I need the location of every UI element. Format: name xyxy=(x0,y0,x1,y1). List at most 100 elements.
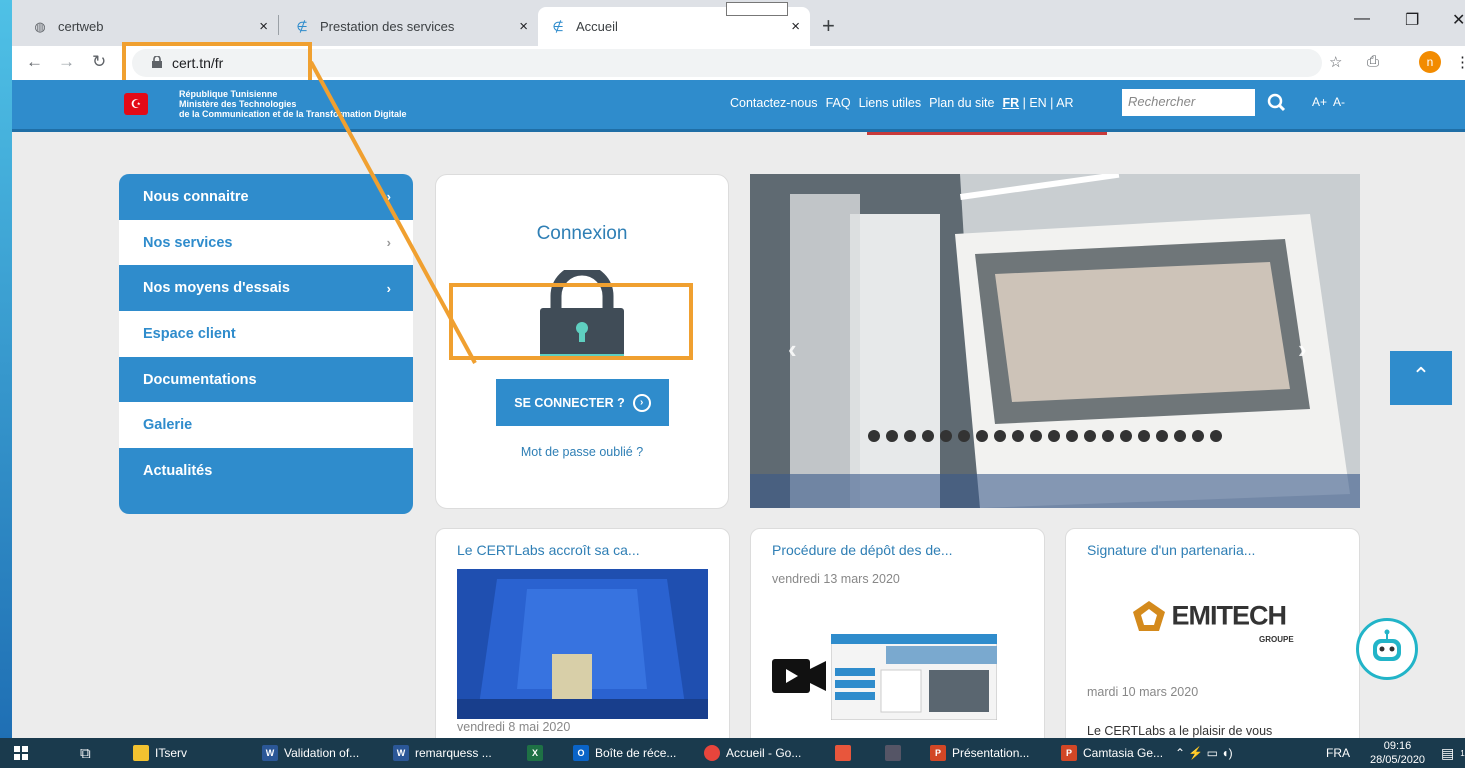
office-icon[interactable] xyxy=(835,738,851,768)
search-input[interactable]: Rechercher xyxy=(1122,89,1257,116)
menu-item-galerie[interactable]: Galerie xyxy=(119,402,413,449)
extension-icon[interactable]: ⎙ xyxy=(1367,53,1379,70)
task-view-icon[interactable]: ⧉ xyxy=(80,738,91,768)
lang-fr-link[interactable]: FR xyxy=(1002,96,1019,110)
menu-item-documentations[interactable]: Documentations xyxy=(119,357,413,403)
taskbar-clock[interactable]: 09:16 28/05/2020 xyxy=(1370,739,1425,767)
taskbar-item-word-validation[interactable]: W Validation of... xyxy=(262,738,359,768)
reload-icon[interactable]: ↻ xyxy=(92,52,106,72)
scroll-to-top-button[interactable]: ⌃ xyxy=(1390,351,1452,405)
carousel-dot[interactable] xyxy=(1102,430,1114,442)
new-tab-icon[interactable]: + xyxy=(822,13,835,39)
search-button[interactable] xyxy=(1255,89,1300,116)
menu-item-actualites[interactable]: Actualités xyxy=(119,448,413,494)
star-icon[interactable]: ☆ xyxy=(1329,53,1342,71)
carousel-dot[interactable] xyxy=(868,430,880,442)
outlook-icon: O xyxy=(573,745,589,761)
site-header: ☪ République Tunisienne Ministère des Te… xyxy=(12,80,1465,132)
minimize-icon[interactable]: — xyxy=(1354,10,1370,28)
menu-item-nous-connaitre[interactable]: Nous connaitre › xyxy=(119,174,413,220)
carousel-dot[interactable] xyxy=(1192,430,1204,442)
close-icon[interactable]: × xyxy=(791,18,800,35)
nav-faq-link[interactable]: FAQ xyxy=(826,96,851,110)
lang-ar-link[interactable]: AR xyxy=(1056,96,1073,110)
carousel-dot[interactable] xyxy=(904,430,916,442)
back-icon[interactable]: ← xyxy=(26,52,43,72)
carousel-dot[interactable] xyxy=(1084,430,1096,442)
lang-en-link[interactable]: EN xyxy=(1029,96,1046,110)
nav-links-link[interactable]: Liens utiles xyxy=(859,96,922,110)
carousel-dot[interactable] xyxy=(886,430,898,442)
font-size-controls: A+ A- xyxy=(1312,95,1345,109)
carousel-dot[interactable] xyxy=(976,430,988,442)
carousel-dot[interactable] xyxy=(1066,430,1078,442)
taskbar-item-camtasia[interactable]: P Camtasia Ge... xyxy=(1061,738,1163,768)
font-increase-button[interactable]: A+ xyxy=(1312,95,1327,109)
tab-separator xyxy=(278,15,279,35)
input-language[interactable]: FRA xyxy=(1326,738,1350,768)
menu-item-espace-client[interactable]: Espace client xyxy=(119,311,413,357)
forgot-password-link[interactable]: Mot de passe oublié ? xyxy=(436,445,728,459)
pentagon-logo-icon xyxy=(1133,601,1165,631)
carousel-dot[interactable] xyxy=(1156,430,1168,442)
app-icon[interactable] xyxy=(885,738,901,768)
carousel-dot[interactable] xyxy=(1210,430,1222,442)
font-decrease-button[interactable]: A- xyxy=(1333,95,1345,109)
nav-sitemap-link[interactable]: Plan du site xyxy=(929,96,994,110)
close-icon[interactable]: × xyxy=(519,18,528,35)
taskbar-item-itserv[interactable]: ITserv xyxy=(133,738,187,768)
news-title[interactable]: Signature d'un partenaria... xyxy=(1087,542,1255,558)
maximize-icon[interactable]: ❐ xyxy=(1405,10,1419,30)
carousel-dot[interactable] xyxy=(994,430,1006,442)
taskbar-label: ITserv xyxy=(155,746,188,760)
avatar[interactable]: n xyxy=(1419,51,1441,73)
taskbar-item-outlook[interactable]: O Boîte de réce... xyxy=(573,738,676,768)
tab-certweb[interactable]: ◍ certweb × xyxy=(20,7,278,46)
nav-contact-link[interactable]: Contactez-nous xyxy=(730,96,818,110)
carousel-dot[interactable] xyxy=(1048,430,1060,442)
taskbar-item-chrome[interactable]: Accueil - Go... xyxy=(704,738,801,768)
carousel-dot[interactable] xyxy=(1012,430,1024,442)
menu-item-moyens-essais[interactable]: Nos moyens d'essais › xyxy=(119,265,413,311)
carousel-dot[interactable] xyxy=(1030,430,1042,442)
carousel-dot[interactable] xyxy=(958,430,970,442)
powerpoint-icon: P xyxy=(930,745,946,761)
chevron-right-icon: › xyxy=(386,235,391,251)
tab-prestation[interactable]: ∉ Prestation des services × xyxy=(282,7,538,46)
image-carousel[interactable]: ‹ › xyxy=(750,174,1360,508)
connect-button[interactable]: SE CONNECTER ? › xyxy=(496,379,669,426)
carousel-dot[interactable] xyxy=(922,430,934,442)
close-window-icon[interactable]: ✕ xyxy=(1452,10,1465,30)
menu-dots-icon[interactable]: ⋮ xyxy=(1455,53,1465,71)
carousel-next-icon[interactable]: › xyxy=(1298,334,1307,365)
close-icon[interactable]: × xyxy=(259,18,268,35)
windows-start-icon[interactable] xyxy=(14,738,28,768)
chatbot-button[interactable] xyxy=(1356,618,1418,680)
carousel-dot[interactable] xyxy=(1174,430,1186,442)
news-card[interactable]: Le CERTLabs accroît sa ca... vendredi 8 … xyxy=(435,528,730,738)
forward-icon[interactable]: → xyxy=(58,52,75,72)
menu-item-nos-services[interactable]: Nos services › xyxy=(119,219,413,266)
carousel-prev-icon[interactable]: ‹ xyxy=(788,334,797,365)
carousel-dot[interactable] xyxy=(940,430,952,442)
menu-label: Nos services xyxy=(143,234,233,251)
carousel-dot[interactable] xyxy=(1138,430,1150,442)
taskbar-label: Accueil - Go... xyxy=(726,746,802,760)
taskbar-item-powerpoint[interactable]: P Présentation... xyxy=(930,738,1029,768)
news-card[interactable]: Signature d'un partenaria... EMITECH GRO… xyxy=(1065,528,1360,738)
taskbar-label: Boîte de réce... xyxy=(595,746,677,760)
system-tray-icons[interactable]: ⌃ ⚡ ▭ ◖) xyxy=(1175,738,1233,768)
notification-icon[interactable]: ▤19 xyxy=(1441,738,1465,768)
excel-icon[interactable]: X xyxy=(527,738,543,768)
powerpoint-icon: P xyxy=(1061,745,1077,761)
carousel-dot[interactable] xyxy=(1120,430,1132,442)
taskbar-label: Validation of... xyxy=(284,746,360,760)
news-title[interactable]: Le CERTLabs accroît sa ca... xyxy=(457,542,640,558)
chevron-up-icon: ⌃ xyxy=(1411,363,1431,388)
header-accent-line xyxy=(867,132,1107,135)
news-title[interactable]: Procédure de dépôt des de... xyxy=(772,542,953,558)
taskbar-item-word-remarques[interactable]: Wremarquess ... xyxy=(393,738,492,768)
tab-hover-marker xyxy=(726,2,788,16)
news-card[interactable]: Procédure de dépôt des de... vendredi 13… xyxy=(750,528,1045,738)
gov-line: Ministère des Technologies xyxy=(179,99,297,109)
